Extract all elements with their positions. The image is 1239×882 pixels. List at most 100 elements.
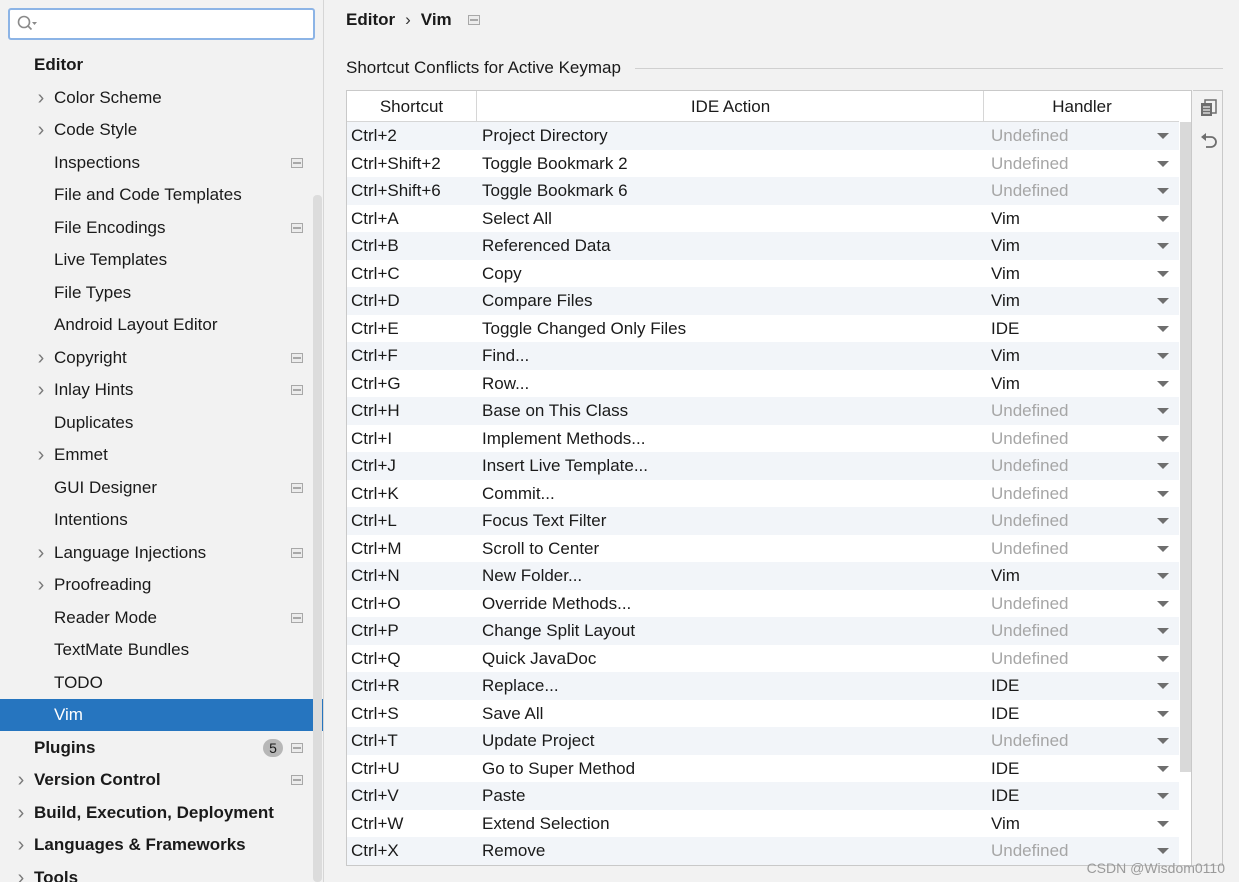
undo-icon[interactable] bbox=[1198, 129, 1220, 151]
handler-select[interactable]: Undefined bbox=[991, 452, 1069, 480]
table-row[interactable]: Ctrl+R Replace... IDE bbox=[347, 672, 1179, 700]
chevron-right-icon[interactable]: › bbox=[14, 797, 28, 829]
dropdown-arrow-icon[interactable] bbox=[1157, 655, 1169, 662]
dropdown-arrow-icon[interactable] bbox=[1157, 353, 1169, 359]
column-header-handler[interactable]: Handler bbox=[985, 91, 1179, 122]
dropdown-arrow-icon[interactable] bbox=[1157, 545, 1169, 552]
handler-select[interactable]: Undefined bbox=[991, 617, 1069, 645]
handler-select[interactable]: Undefined bbox=[991, 177, 1069, 205]
table-row[interactable]: Ctrl+N New Folder... Vim bbox=[347, 562, 1179, 590]
handler-select[interactable]: IDE bbox=[991, 755, 1019, 783]
sidebar-item-live-templates[interactable]: Live Templates bbox=[0, 244, 313, 276]
handler-select[interactable]: Undefined bbox=[991, 507, 1069, 535]
handler-select[interactable]: Vim bbox=[991, 562, 1020, 590]
handler-select[interactable]: Vim bbox=[991, 370, 1020, 398]
table-row[interactable]: Ctrl+B Referenced Data Vim bbox=[347, 232, 1179, 260]
table-row[interactable]: Ctrl+K Commit... Undefined bbox=[347, 479, 1179, 508]
sidebar-item-reader-mode[interactable]: Reader Mode bbox=[0, 602, 313, 634]
sidebar-item-gui-designer[interactable]: GUI Designer bbox=[0, 472, 313, 504]
table-row[interactable]: Ctrl+W Extend Selection Vim bbox=[347, 809, 1179, 838]
chevron-right-icon[interactable]: › bbox=[34, 82, 48, 114]
handler-select[interactable]: Undefined bbox=[991, 590, 1069, 618]
sidebar-item-version-control[interactable]: › Version Control bbox=[0, 764, 313, 796]
dropdown-arrow-icon[interactable] bbox=[1157, 463, 1169, 469]
dropdown-arrow-icon[interactable] bbox=[1157, 435, 1169, 442]
table-row[interactable]: Ctrl+T Update Project Undefined bbox=[347, 727, 1179, 755]
chevron-right-icon[interactable]: › bbox=[34, 114, 48, 146]
handler-select[interactable]: IDE bbox=[991, 672, 1019, 700]
table-row[interactable]: Ctrl+X Remove Undefined bbox=[347, 837, 1179, 865]
dropdown-arrow-icon[interactable] bbox=[1157, 270, 1169, 277]
handler-select[interactable]: IDE bbox=[991, 782, 1019, 810]
sidebar-item-color-scheme[interactable]: › Color Scheme bbox=[0, 82, 313, 114]
handler-select[interactable]: Vim bbox=[991, 205, 1020, 233]
sidebar-item-file-encodings[interactable]: File Encodings bbox=[0, 212, 313, 244]
sidebar-item-inspections[interactable]: Inspections bbox=[0, 147, 313, 179]
table-row[interactable]: Ctrl+S Save All IDE bbox=[347, 699, 1179, 728]
dropdown-arrow-icon[interactable] bbox=[1157, 765, 1169, 772]
handler-select[interactable]: Undefined bbox=[991, 535, 1069, 563]
column-header-shortcut[interactable]: Shortcut bbox=[347, 91, 477, 122]
chevron-right-icon[interactable]: › bbox=[34, 537, 48, 569]
chevron-right-icon[interactable]: › bbox=[34, 342, 48, 374]
dropdown-arrow-icon[interactable] bbox=[1157, 215, 1169, 222]
sidebar-item-todo[interactable]: TODO bbox=[0, 667, 313, 699]
dropdown-arrow-icon[interactable] bbox=[1157, 820, 1169, 827]
handler-select[interactable]: Undefined bbox=[991, 150, 1069, 178]
sidebar-item-file-types[interactable]: File Types bbox=[0, 277, 313, 309]
search-input[interactable] bbox=[40, 12, 308, 36]
handler-select[interactable]: Undefined bbox=[991, 425, 1069, 453]
dropdown-arrow-icon[interactable] bbox=[1157, 738, 1169, 744]
dropdown-arrow-icon[interactable] bbox=[1157, 683, 1169, 689]
copy-icon[interactable] bbox=[1198, 97, 1220, 119]
table-row[interactable]: Ctrl+E Toggle Changed Only Files IDE bbox=[347, 314, 1179, 343]
sidebar-item-proofreading[interactable]: › Proofreading bbox=[0, 569, 313, 601]
table-row[interactable]: Ctrl+Shift+2 Toggle Bookmark 2 Undefined bbox=[347, 149, 1179, 178]
table-row[interactable]: Ctrl+J Insert Live Template... Undefined bbox=[347, 452, 1179, 480]
dropdown-arrow-icon[interactable] bbox=[1157, 408, 1169, 414]
handler-select[interactable]: Undefined bbox=[991, 480, 1069, 508]
table-row[interactable]: Ctrl+C Copy Vim bbox=[347, 259, 1179, 287]
handler-select[interactable]: Vim bbox=[991, 342, 1020, 370]
sidebar-item-code-style[interactable]: › Code Style bbox=[0, 114, 313, 146]
table-row[interactable]: Ctrl+D Compare Files Vim bbox=[347, 287, 1179, 315]
dropdown-arrow-icon[interactable] bbox=[1157, 793, 1169, 799]
sidebar-item-intentions[interactable]: Intentions bbox=[0, 504, 313, 536]
table-row[interactable]: Ctrl+2 Project Directory Undefined bbox=[347, 122, 1179, 150]
table-row[interactable]: Ctrl+M Scroll to Center Undefined bbox=[347, 534, 1179, 563]
table-row[interactable]: Ctrl+Shift+6 Toggle Bookmark 6 Undefined bbox=[347, 177, 1179, 205]
table-row[interactable]: Ctrl+H Base on This Class Undefined bbox=[347, 397, 1179, 425]
table-row[interactable]: Ctrl+V Paste IDE bbox=[347, 782, 1179, 810]
dropdown-arrow-icon[interactable] bbox=[1157, 848, 1169, 854]
dropdown-arrow-icon[interactable] bbox=[1157, 298, 1169, 304]
handler-select[interactable]: Vim bbox=[991, 287, 1020, 315]
sidebar-item-copyright[interactable]: › Copyright bbox=[0, 342, 313, 374]
handler-select[interactable]: Undefined bbox=[991, 727, 1069, 755]
chevron-right-icon[interactable]: › bbox=[14, 829, 28, 861]
chevron-right-icon[interactable]: › bbox=[34, 439, 48, 471]
handler-select[interactable]: IDE bbox=[991, 315, 1019, 343]
dropdown-arrow-icon[interactable] bbox=[1157, 325, 1169, 332]
sidebar-item-file-and-code-templates[interactable]: File and Code Templates bbox=[0, 179, 313, 211]
dropdown-arrow-icon[interactable] bbox=[1157, 710, 1169, 717]
chevron-right-icon[interactable]: › bbox=[34, 569, 48, 601]
handler-select[interactable]: Vim bbox=[991, 810, 1020, 838]
dropdown-arrow-icon[interactable] bbox=[1157, 133, 1169, 139]
table-row[interactable]: Ctrl+I Implement Methods... Undefined bbox=[347, 424, 1179, 453]
dropdown-arrow-icon[interactable] bbox=[1157, 160, 1169, 167]
sidebar-item-editor[interactable]: Editor bbox=[0, 49, 313, 81]
dropdown-arrow-icon[interactable] bbox=[1157, 490, 1169, 497]
dropdown-arrow-icon[interactable] bbox=[1157, 573, 1169, 579]
handler-select[interactable]: Undefined bbox=[991, 837, 1069, 865]
chevron-right-icon[interactable]: › bbox=[34, 374, 48, 406]
sidebar-item-build-execution-deployment[interactable]: › Build, Execution, Deployment bbox=[0, 797, 313, 829]
handler-select[interactable]: IDE bbox=[991, 700, 1019, 728]
table-scrollbar[interactable] bbox=[1180, 122, 1191, 772]
sidebar-scrollbar[interactable] bbox=[313, 195, 322, 882]
sidebar-item-textmate-bundles[interactable]: TextMate Bundles bbox=[0, 634, 313, 666]
sidebar-item-inlay-hints[interactable]: › Inlay Hints bbox=[0, 374, 313, 406]
sidebar-item-languages-frameworks[interactable]: › Languages & Frameworks bbox=[0, 829, 313, 861]
table-row[interactable]: Ctrl+P Change Split Layout Undefined bbox=[347, 617, 1179, 645]
table-row[interactable]: Ctrl+F Find... Vim bbox=[347, 342, 1179, 370]
sidebar-item-plugins[interactable]: Plugins 5 bbox=[0, 732, 313, 764]
